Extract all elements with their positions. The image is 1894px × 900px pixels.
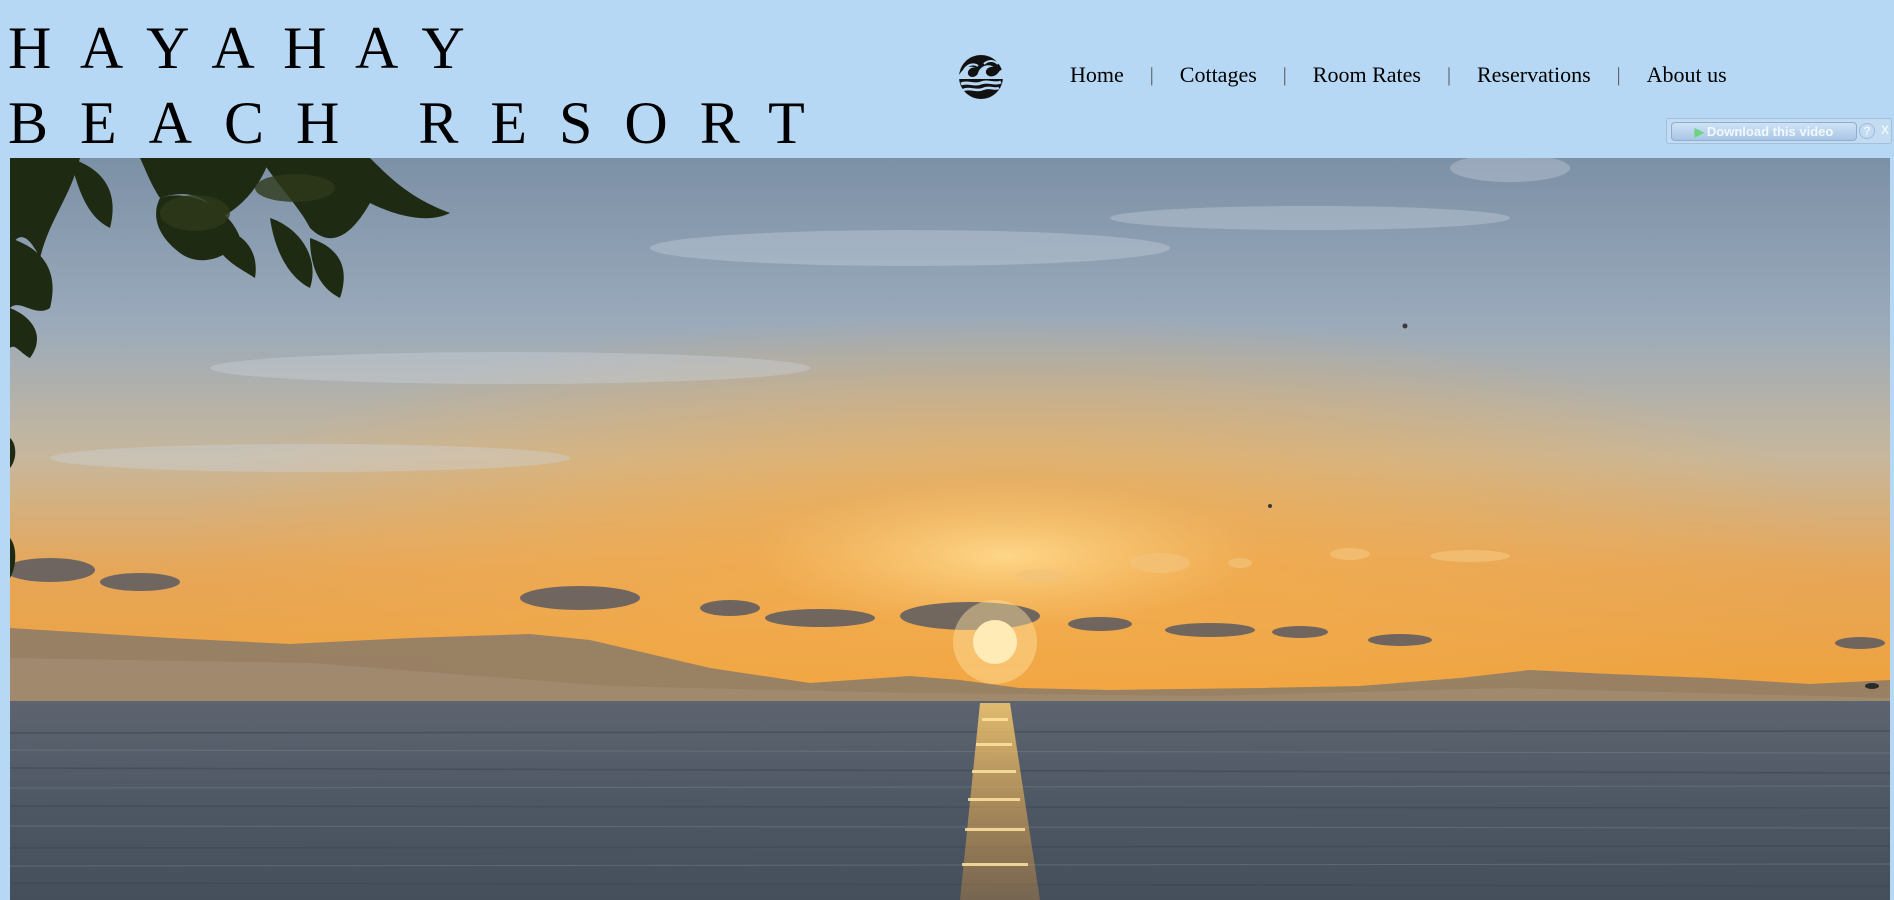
play-icon: ▶ [1694,125,1704,139]
nav-separator: | [1446,63,1451,86]
main-nav: Home | Cottages | Room Rates | Reservati… [1070,60,1727,90]
nav-room-rates[interactable]: Room Rates [1313,62,1421,88]
close-icon[interactable]: X [1877,122,1893,139]
wave-sun-icon[interactable] [954,52,1008,100]
nav-cottages[interactable]: Cottages [1180,62,1257,88]
download-video-bar: ▶ Download this video ? X [1666,118,1892,144]
download-video-button[interactable]: ▶ Download this video [1671,122,1857,141]
site-title-line-2: BEACH RESORT [8,90,837,156]
site-title-line-1: HAYAHAY [8,15,494,81]
nav-separator: | [1616,63,1621,86]
help-icon[interactable]: ? [1859,123,1875,139]
nav-separator: | [1149,63,1154,86]
hero-video[interactable] [10,158,1890,900]
site-header: HAYAHAY BEACH RESORT Home | Cottages | R… [0,0,1894,158]
download-video-label: Download this video [1706,124,1834,139]
nav-about-us[interactable]: About us [1647,62,1727,88]
sunset-scene [10,158,1890,900]
nav-separator: | [1282,63,1287,86]
nav-reservations[interactable]: Reservations [1477,62,1591,88]
nav-home[interactable]: Home [1070,62,1124,88]
